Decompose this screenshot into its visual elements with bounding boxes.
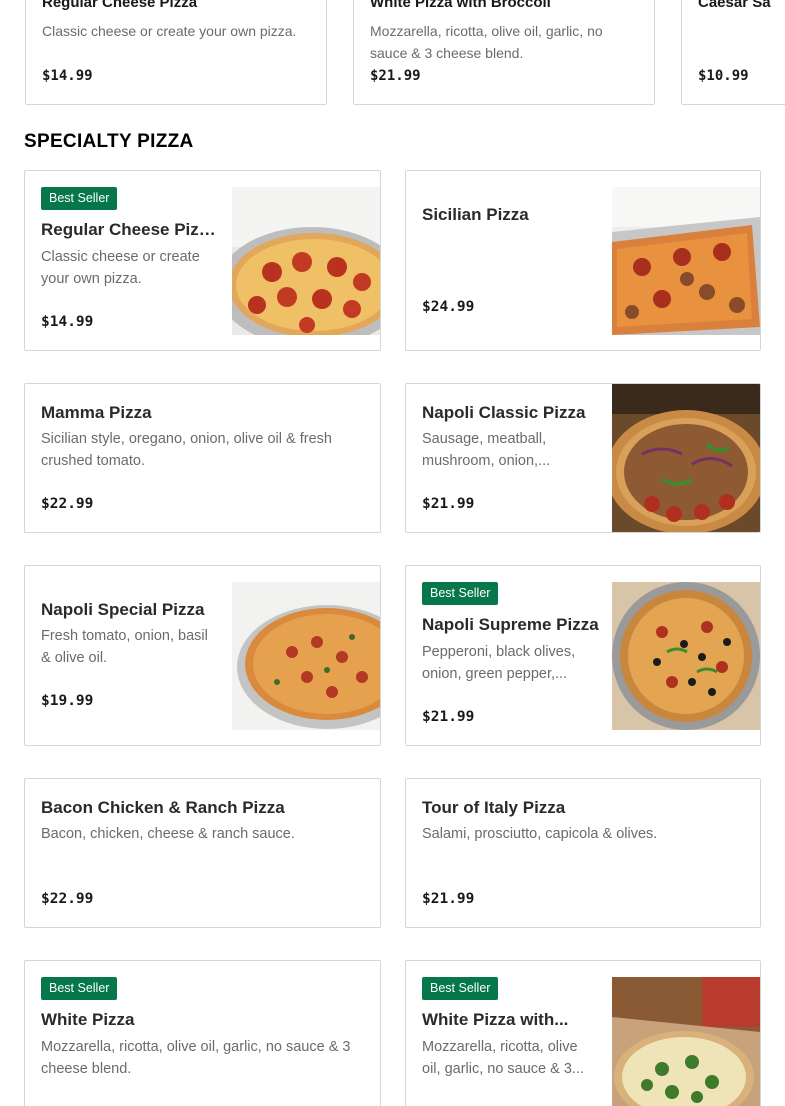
best-seller-badge: Best Seller: [41, 187, 118, 210]
napoli-special-pizza-photo: [232, 582, 380, 730]
item-name: Napoli Special Pizza: [41, 600, 205, 619]
section-title: SPECIALTY PIZZA: [24, 131, 194, 152]
item-description: Mozzarella, ricotta, olive oil, garlic, n…: [422, 1039, 584, 1077]
pepperoni-pizza-photo: [232, 187, 380, 335]
menu-item-mamma-pizza[interactable]: Mamma Pizza Sicilian style, oregano, oni…: [24, 383, 381, 533]
carousel-card-price: $10.99: [698, 68, 749, 84]
menu-item-napoli-special-pizza[interactable]: Napoli Special Pizza Fresh tomato, onion…: [24, 565, 381, 746]
best-seller-badge: Best Seller: [422, 582, 499, 605]
napoli-classic-pizza-photo: [612, 384, 760, 532]
item-description: Salami, prosciutto, capicola & olives.: [422, 826, 658, 842]
item-description: Bacon, chicken, cheese & ranch sauce.: [41, 826, 295, 842]
best-seller-badge: Best Seller: [41, 977, 118, 1000]
carousel-card-regular-cheese-pizza[interactable]: Regular Cheese Pizza Classic cheese or c…: [25, 0, 327, 105]
white-pizza-broccoli-photo: [612, 977, 760, 1106]
menu-item-regular-cheese-pizza[interactable]: Best Seller Regular Cheese Pizza Classic…: [24, 170, 381, 351]
item-description: Pepperoni, black olives, onion, green pep…: [422, 644, 576, 682]
item-name: Mamma Pizza: [41, 403, 152, 422]
item-description: Mozzarella, ricotta, olive oil, garlic, …: [41, 1039, 351, 1077]
carousel-card-title: White Pizza with Broccoli: [370, 0, 551, 11]
sicilian-pizza-photo: [612, 187, 760, 335]
item-price: $21.99: [422, 891, 475, 907]
menu-item-bacon-chicken-ranch-pizza[interactable]: Bacon Chicken & Ranch Pizza Bacon, chick…: [24, 778, 381, 928]
item-price: $19.99: [41, 693, 94, 709]
item-description: Classic cheese or create your own pizza.: [41, 249, 200, 287]
item-description: Sausage, meatball, mushroom, onion,...: [422, 431, 551, 469]
item-name: Bacon Chicken & Ranch Pizza: [41, 798, 285, 817]
item-name: Napoli Classic Pizza: [422, 403, 586, 422]
item-price: $14.99: [41, 314, 94, 330]
menu-item-sicilian-pizza[interactable]: Sicilian Pizza $24.99: [405, 170, 761, 351]
item-name: White Pizza: [41, 1010, 135, 1029]
item-name: Regular Cheese Pizza: [41, 220, 216, 239]
item-name: White Pizza with...: [422, 1010, 569, 1029]
carousel-card-white-pizza-broccoli[interactable]: White Pizza with Broccoli Mozzarella, ri…: [353, 0, 655, 105]
carousel-card-title: Caesar Sa: [698, 0, 771, 11]
carousel-card-description: Mozzarella, ricotta, olive oil, garlic, …: [370, 23, 603, 61]
carousel-card-price: $21.99: [370, 68, 421, 84]
item-price: $21.99: [422, 496, 475, 512]
item-name: Sicilian Pizza: [422, 205, 529, 224]
item-name: Napoli Supreme Pizza: [422, 615, 599, 634]
napoli-supreme-pizza-photo: [612, 582, 760, 730]
item-description: Sicilian style, oregano, onion, olive oi…: [41, 431, 332, 469]
popular-items-carousel: Regular Cheese Pizza Classic cheese or c…: [0, 0, 785, 106]
menu-item-napoli-classic-pizza[interactable]: Napoli Classic Pizza Sausage, meatball, m…: [405, 383, 761, 533]
menu-item-white-pizza[interactable]: Best Seller White Pizza Mozzarella, rico…: [24, 960, 381, 1106]
item-price: $22.99: [41, 891, 94, 907]
item-price: $21.99: [422, 709, 475, 725]
carousel-card-description: Classic cheese or create your own pizza.: [42, 23, 297, 39]
carousel-card-caesar-salad[interactable]: Caesar Sa $10.99: [681, 0, 785, 105]
item-name: Tour of Italy Pizza: [422, 798, 566, 817]
menu-item-napoli-supreme-pizza[interactable]: Best Seller Napoli Supreme Pizza Peppero…: [405, 565, 761, 746]
menu-item-white-pizza-broccoli[interactable]: Best Seller White Pizza with... Mozzarel…: [405, 960, 761, 1106]
item-description: Fresh tomato, onion, basil & olive oil.: [41, 628, 208, 666]
carousel-card-price: $14.99: [42, 68, 93, 84]
carousel-card-title: Regular Cheese Pizza: [42, 0, 198, 11]
carousel-track: Regular Cheese Pizza Classic cheese or c…: [25, 0, 785, 105]
item-price: $22.99: [41, 496, 94, 512]
best-seller-badge: Best Seller: [422, 977, 499, 1000]
menu-item-tour-of-italy-pizza[interactable]: Tour of Italy Pizza Salami, prosciutto, …: [405, 778, 761, 928]
item-price: $24.99: [422, 299, 475, 315]
